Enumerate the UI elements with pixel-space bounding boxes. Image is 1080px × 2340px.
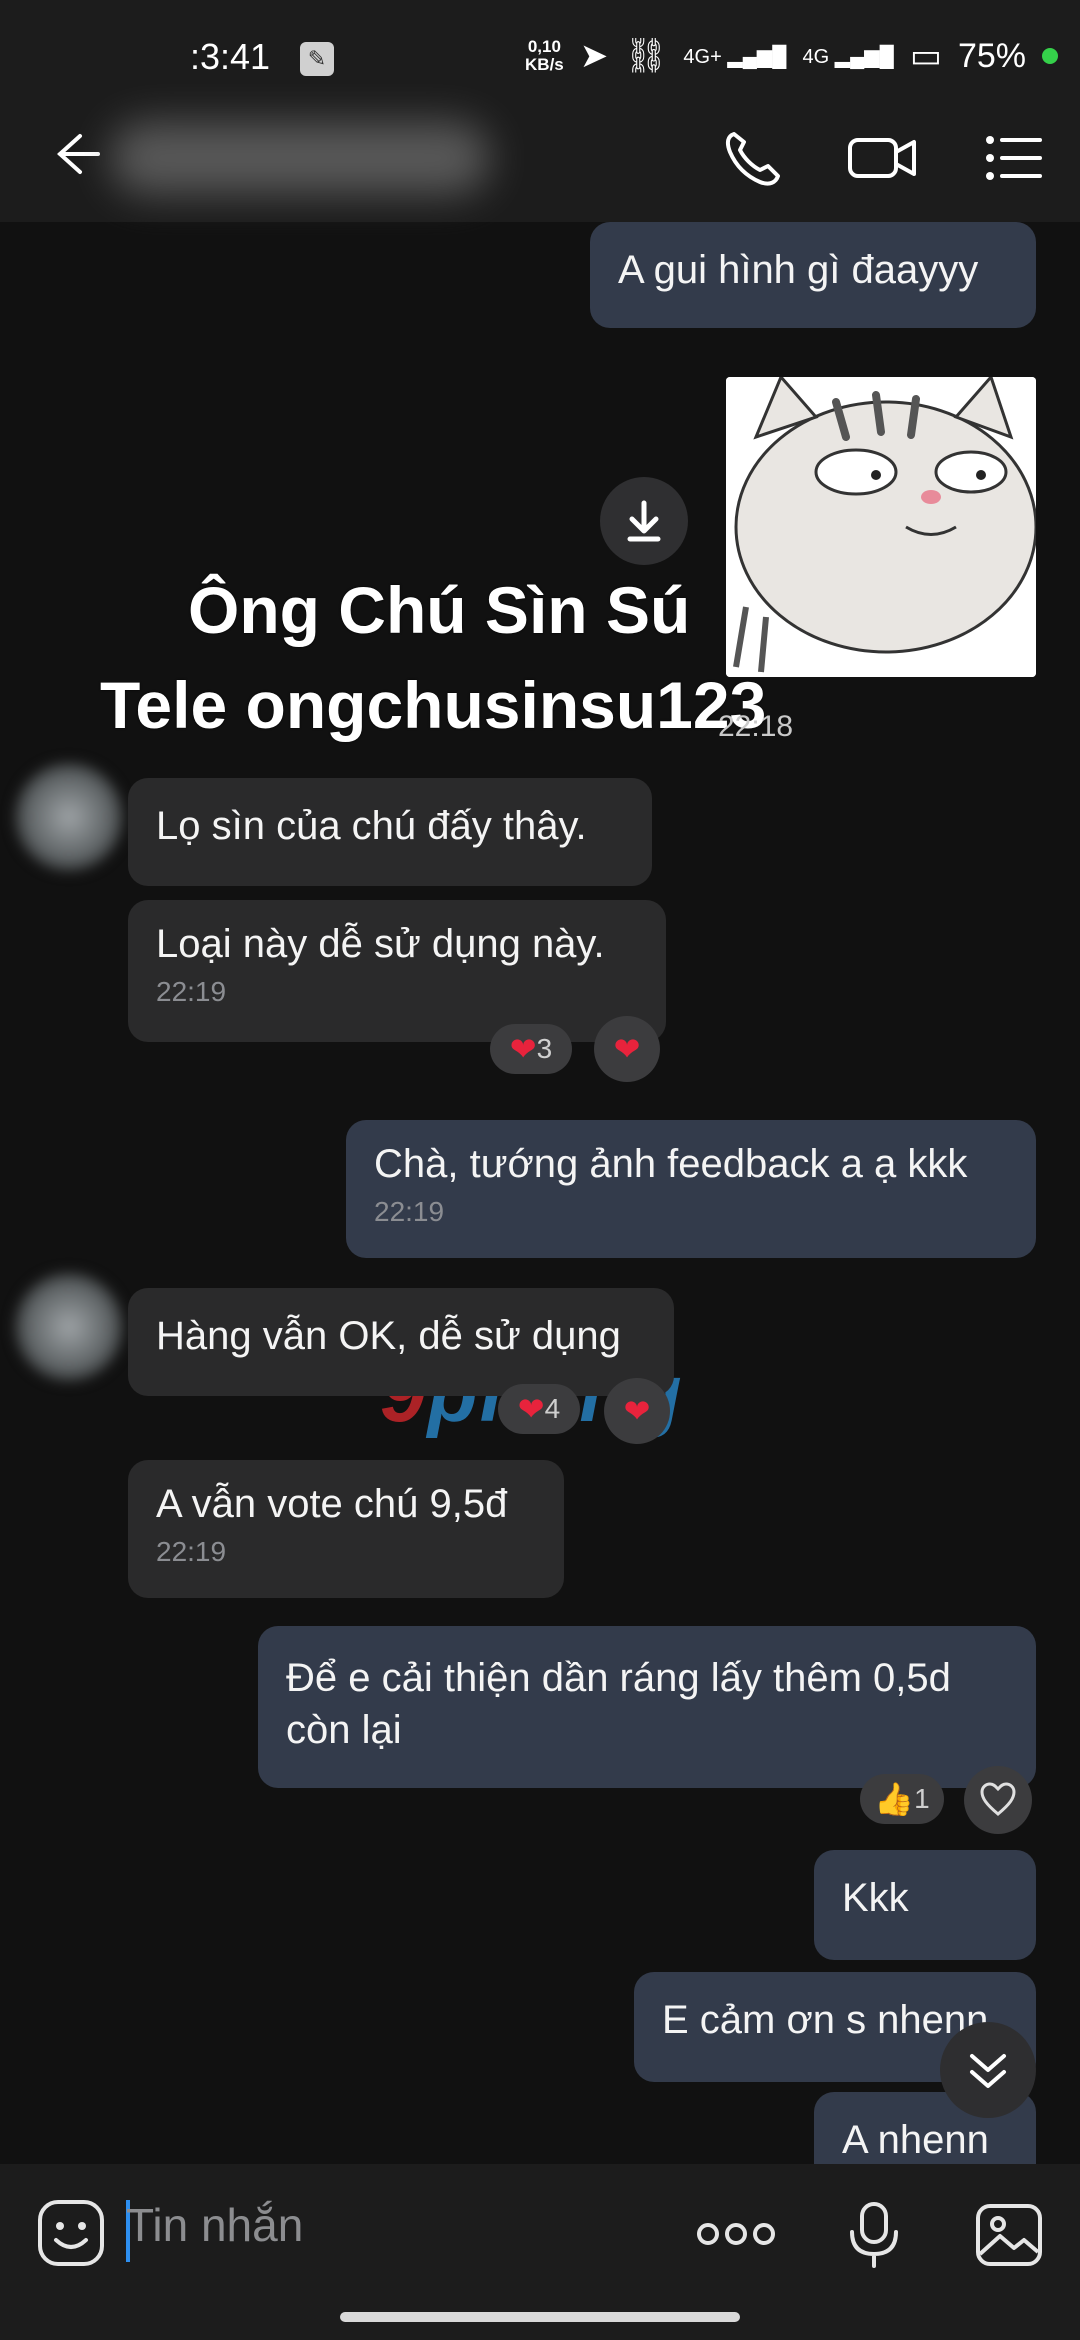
- status-time: :3:41: [190, 36, 271, 77]
- avatar[interactable]: [14, 762, 124, 872]
- scroll-to-bottom-button[interactable]: [940, 2022, 1036, 2118]
- download-button[interactable]: [600, 477, 688, 565]
- avatar[interactable]: [14, 1272, 124, 1382]
- contact-name-blurred[interactable]: [110, 122, 490, 194]
- sticker-caption-line2: Tele ongchusinsu123: [100, 668, 767, 742]
- react-heart-button[interactable]: ❤: [594, 1016, 660, 1082]
- reaction-badge[interactable]: ❤ 3: [490, 1024, 572, 1074]
- battery-icon: ▭: [909, 37, 942, 75]
- heart-icon: ❤: [613, 1031, 641, 1067]
- message-incoming[interactable]: Loại này dễ sử dụng này. 22:19: [128, 900, 666, 1042]
- heart-icon: ❤: [517, 1391, 545, 1427]
- chat-header: [0, 96, 1080, 222]
- privacy-dot-icon: [1042, 48, 1058, 64]
- message-incoming[interactable]: Hàng vẫn OK, dễ sử dụng: [128, 1288, 674, 1396]
- message-time: 22:19: [156, 976, 227, 1007]
- phone-icon[interactable]: [720, 126, 784, 195]
- signal-icon-1: 4G+ ▂▄▆█: [683, 45, 787, 68]
- location-icon: ➤: [579, 37, 609, 75]
- more-options-icon[interactable]: [696, 2222, 776, 2251]
- thumbs-up-icon: 👍: [874, 1781, 915, 1817]
- signal-icon-2: 4G ▂▄▆█: [802, 45, 894, 68]
- home-indicator[interactable]: [340, 2312, 740, 2322]
- reaction-badge[interactable]: 👍 1: [860, 1774, 944, 1824]
- battery-percent: 75%: [957, 36, 1026, 75]
- message-time: 22:19: [156, 1536, 227, 1567]
- heart-icon: ❤: [509, 1031, 537, 1067]
- back-arrow-icon[interactable]: [46, 126, 102, 187]
- double-chevron-down-icon: [970, 2054, 1006, 2088]
- cat-sticker-image[interactable]: [726, 377, 1036, 677]
- microphone-icon[interactable]: [846, 2200, 902, 2275]
- message-outgoing[interactable]: Kkk: [814, 1850, 1036, 1960]
- react-heart-button[interactable]: [964, 1766, 1032, 1834]
- message-input[interactable]: Tin nhắn: [126, 2198, 303, 2252]
- status-indicators: 0,10 KB/s ➤ ⛓ 4G+ ▂▄▆█ 4G ▂▄▆█ ▭ 75%: [525, 36, 1058, 76]
- image-gallery-icon[interactable]: [974, 2200, 1044, 2275]
- message-time: 22:18: [718, 710, 794, 743]
- network-speed: 0,10 KB/s: [525, 37, 564, 74]
- heart-outline-icon: [980, 1782, 1016, 1816]
- message-outgoing[interactable]: Để e cải thiện dần ráng lấy thêm 0,5d cò…: [258, 1626, 1036, 1788]
- video-call-icon[interactable]: [846, 126, 920, 195]
- link-icon: ⛓: [624, 37, 668, 75]
- message-outgoing[interactable]: A gui hình gì đaayyy: [590, 222, 1036, 328]
- message-incoming[interactable]: Lọ sìn của chú đấy thây.: [128, 778, 652, 886]
- message-time: 22:19: [374, 1196, 445, 1227]
- message-outgoing[interactable]: Chà, tướng ảnh feedback a ạ kkk 22:19: [346, 1120, 1036, 1258]
- wrench-icon: ✎: [300, 42, 334, 76]
- heart-icon: ❤: [623, 1393, 651, 1429]
- sticker-emoji-icon[interactable]: [36, 2198, 106, 2273]
- menu-icon[interactable]: [982, 126, 1046, 195]
- message-list[interactable]: A gui hình gì đaayyy Ông Chú Sìn Sú Tele…: [0, 222, 1080, 2164]
- reaction-badge[interactable]: ❤ 4: [498, 1384, 580, 1434]
- sticker-caption-line1: Ông Chú Sìn Sú: [188, 573, 691, 647]
- status-bar: :3:41 ✎ 0,10 KB/s ➤ ⛓ 4G+ ▂▄▆█ 4G ▂▄▆█ ▭…: [0, 0, 1080, 96]
- message-incoming[interactable]: A vẫn vote chú 9,5đ 22:19: [128, 1460, 564, 1598]
- react-heart-button[interactable]: ❤: [604, 1378, 670, 1444]
